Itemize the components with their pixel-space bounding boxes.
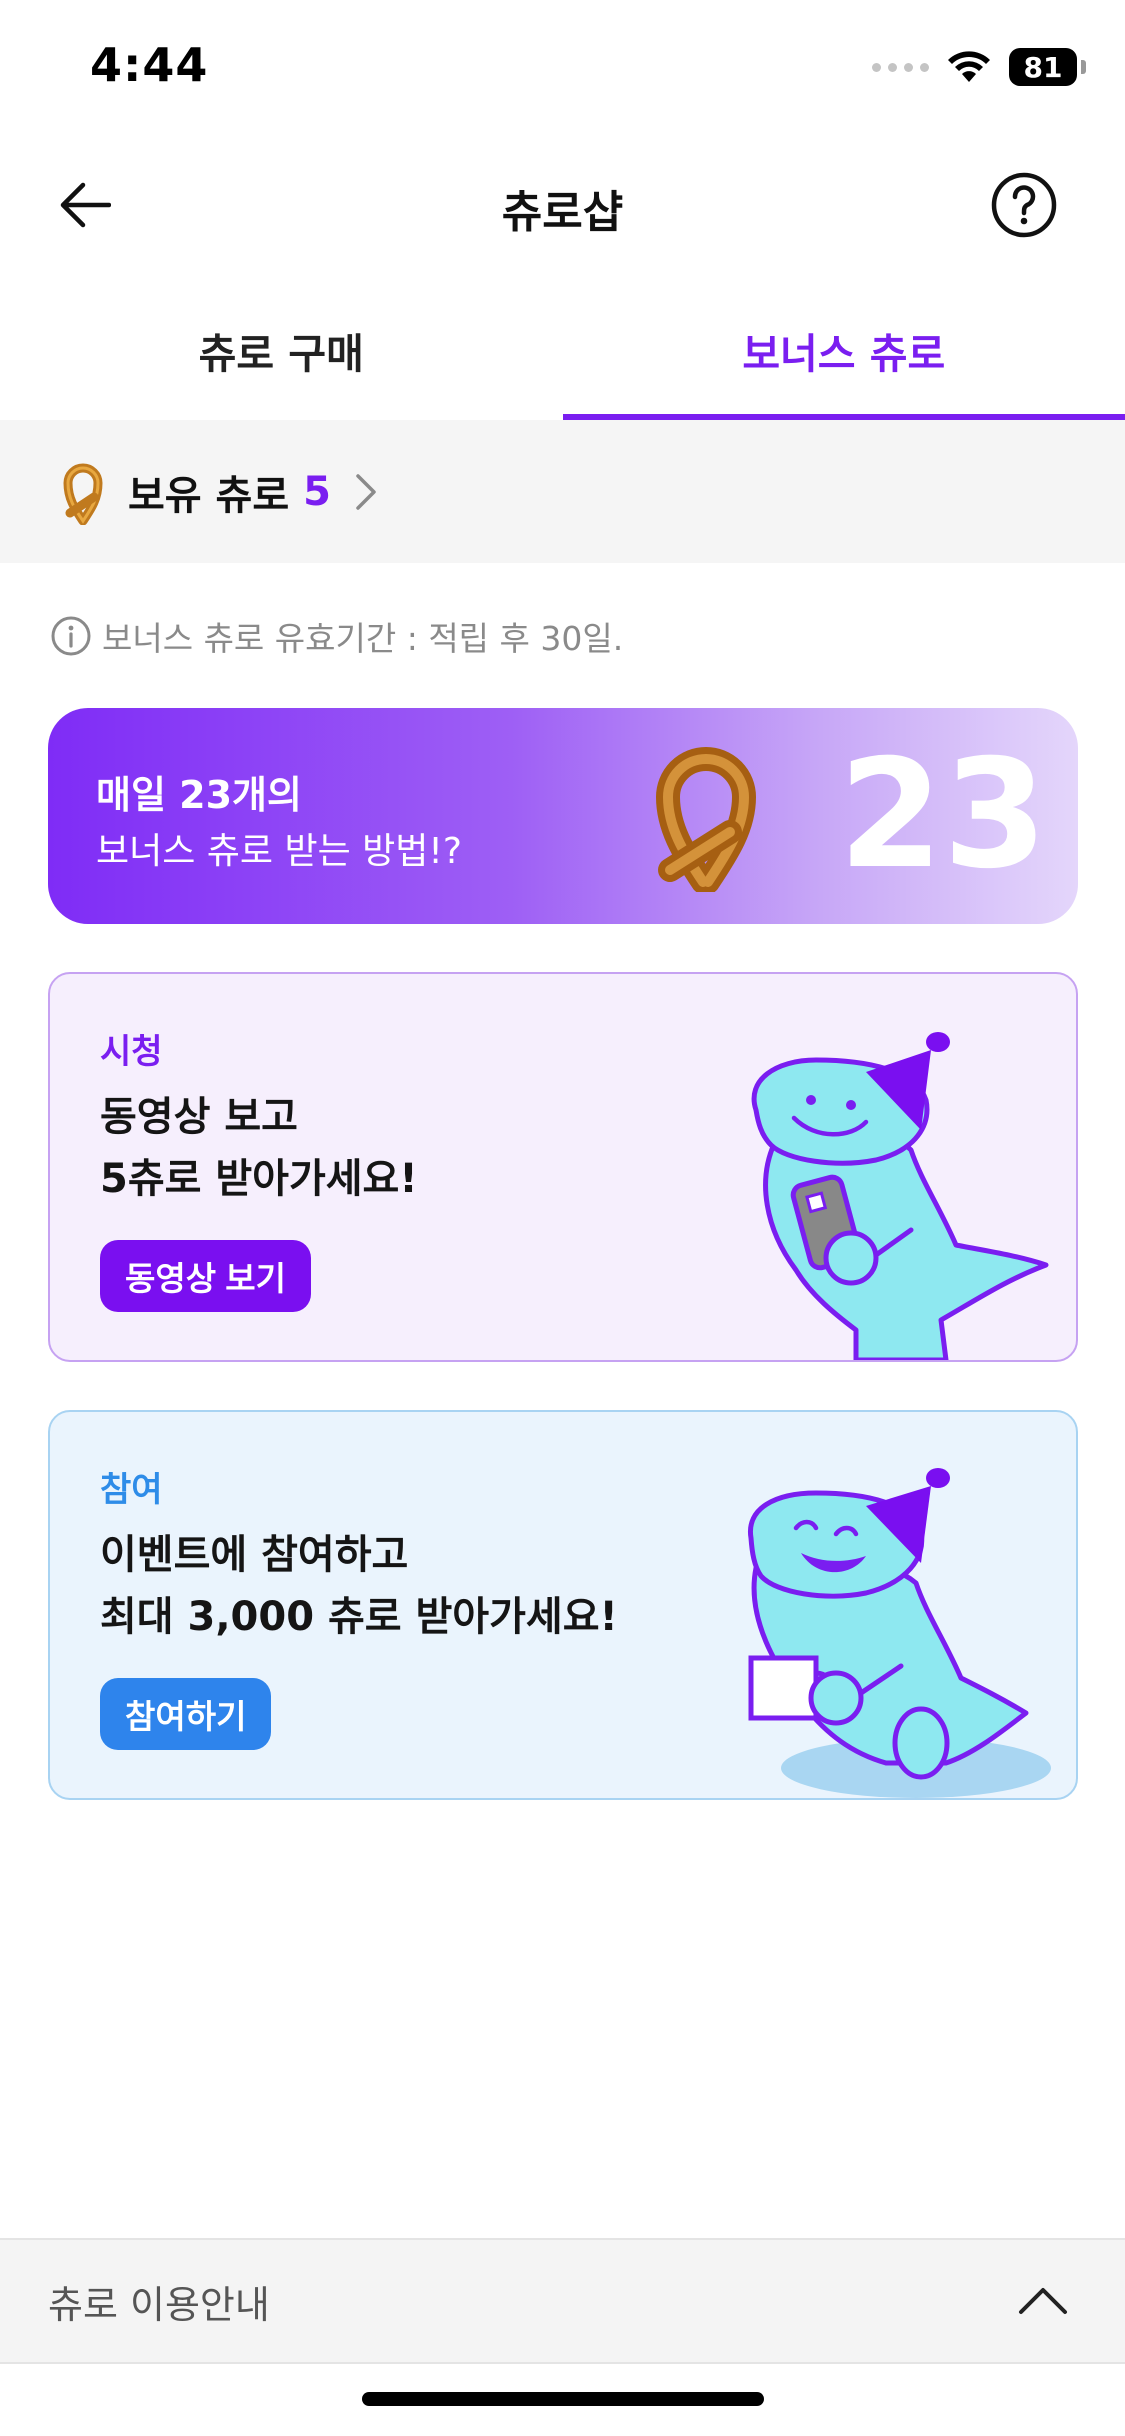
tab-buy-churro[interactable]: 츄로 구매 [0,280,563,420]
status-bar: 4:44 81 [0,0,1125,140]
card-category: 시청 [100,1032,163,1072]
watch-video-button[interactable]: 동영상 보기 [100,1240,311,1312]
info-icon [51,616,91,656]
svg-text:23: 23 [839,728,1048,898]
join-event-button[interactable]: 참여하기 [100,1678,272,1750]
banner-number: 23 [839,728,1048,898]
dino-cup-illustration [747,1468,1051,1798]
card-title: 이벤트에 참여하고 최대 3,000 츄로 받아가세요! [100,1524,618,1648]
churro-icon [63,463,103,525]
card-title: 동영상 보고 5츄로 받아가세요! [100,1086,418,1210]
churro-balance-row[interactable]: 보유 츄로 5 [0,420,1125,563]
validity-notice-text: 보너스 츄로 유효기간 : 적립 후 30일. [102,619,624,658]
banner-subtitle: 보너스 츄로 받는 방법!? [96,831,462,872]
chevron-right-icon [356,473,376,510]
churro-icon [655,747,757,892]
churro-guide-toggle[interactable]: 츄로 이용안내 [0,2238,1125,2364]
tab-bonus-churro[interactable]: 보너스 츄로 [562,280,1125,420]
validity-notice: 보너스 츄로 유효기간 : 적립 후 30일. [50,612,623,660]
header: 츄로샵 [0,140,1125,270]
page-title: 츄로샵 [501,187,624,238]
cellular-signal-icon [872,62,929,72]
card-title-line: 동영상 보고 [100,1094,298,1140]
balance-value: 5 [303,468,331,515]
card-title-line: 최대 3,000 츄로 받아가세요! [100,1594,618,1640]
balance-label: 보유 츄로 [128,472,290,519]
card-title-line: 5츄로 받아가세요! [100,1156,418,1202]
home-indicator[interactable] [362,2392,764,2406]
battery-level: 81 [1023,50,1063,84]
watch-video-card: 시청 동영상 보고 5츄로 받아가세요! 동영상 보기 [48,972,1078,1362]
guide-label: 츄로 이용안내 [48,2282,270,2327]
wifi-icon [948,51,990,82]
card-title-line: 이벤트에 참여하고 [100,1532,409,1578]
help-icon[interactable] [991,172,1057,238]
daily-bonus-banner[interactable]: 매일 23개의 보너스 츄로 받는 방법!? 23 [48,708,1078,924]
dino-phone-illustration [751,1032,1049,1360]
tab-bar: 츄로 구매 보너스 츄로 [0,280,1125,420]
card-category: 참여 [100,1470,163,1510]
battery-icon: 81 [1009,48,1086,86]
status-icons: 81 [872,48,1086,86]
chevron-up-icon [1019,2288,1067,2314]
banner-headline: 매일 23개의 [96,773,302,817]
join-event-card: 참여 이벤트에 참여하고 최대 3,000 츄로 받아가세요! 참여하기 [48,1410,1078,1800]
status-time: 4:44 [90,38,209,92]
